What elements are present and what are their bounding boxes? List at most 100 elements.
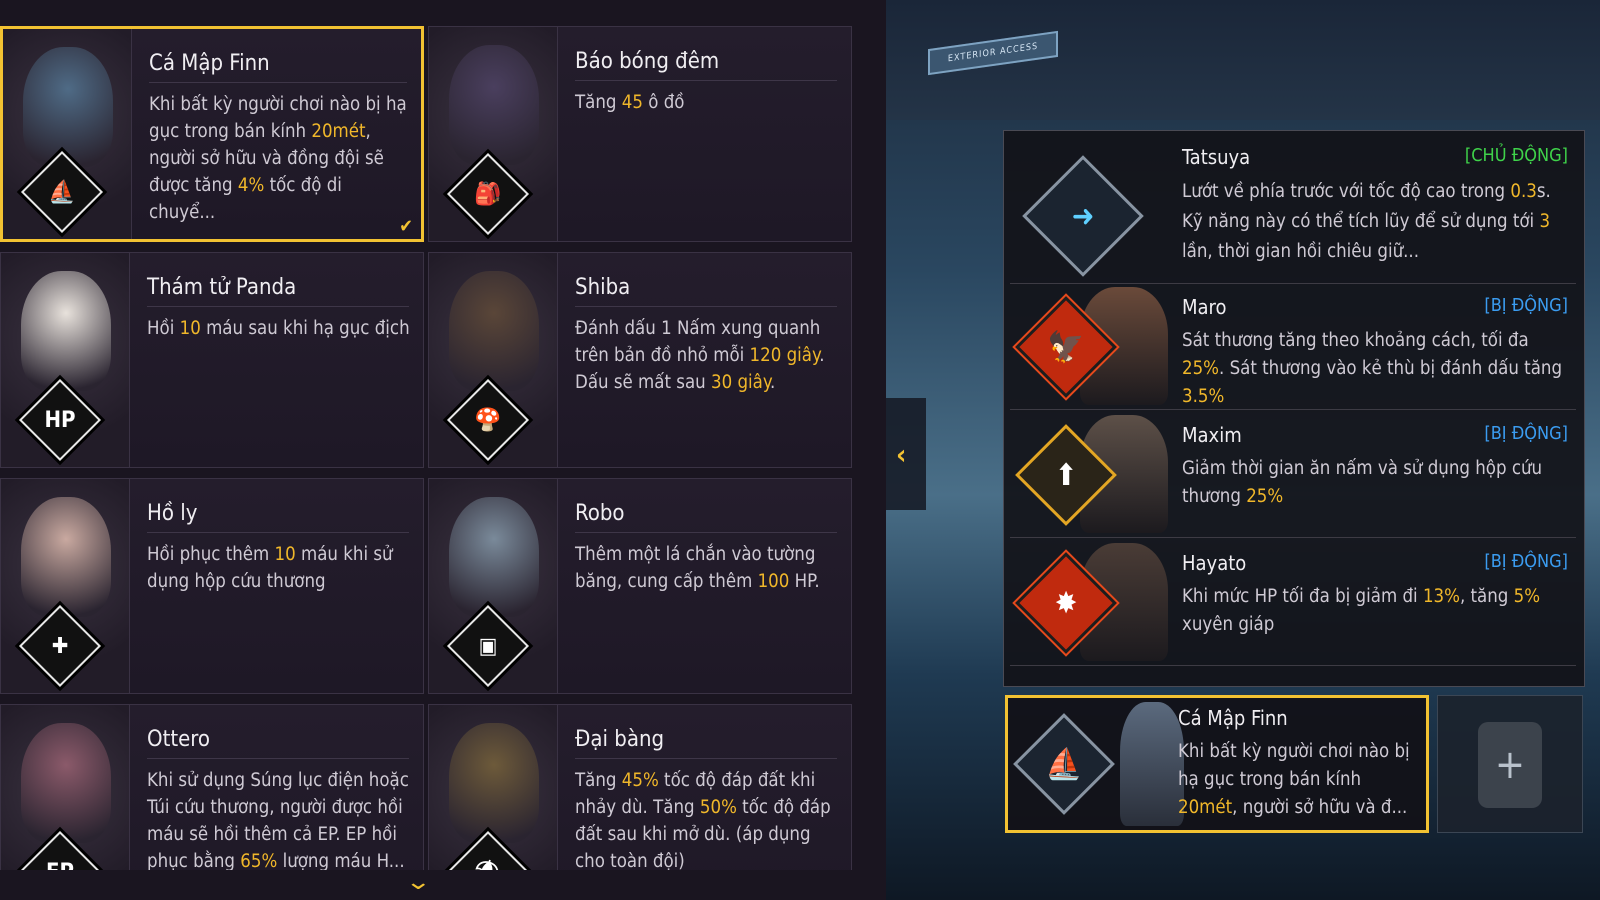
equipped-pet-description: Khi bất kỳ người chơi nào bị hạ gục tron… bbox=[1178, 738, 1418, 822]
description-text: Sát thương tăng theo khoảng cách, tối đa bbox=[1182, 330, 1529, 351]
pet-description: Tăng 45 ô đồ bbox=[575, 89, 839, 116]
equipped-pet-name: Cá Mập Finn bbox=[1178, 706, 1288, 730]
skill-description: Lướt về phía trước với tốc độ cao trong … bbox=[1182, 177, 1568, 267]
highlight-value: 3.5% bbox=[1182, 386, 1225, 407]
highlight-value: 120 giây bbox=[749, 345, 820, 366]
skill-row[interactable]: ✸ Hayato [BỊ ĐỘNG] Khi mức HP tối đa bị giả… bbox=[1010, 539, 1576, 666]
pet-selection-panel: ⛵ Cá Mập Finn Khi bất kỳ người chơi nào bị… bbox=[0, 0, 886, 900]
highlight-value: 13% bbox=[1422, 586, 1460, 607]
pet-card[interactable]: ▣ Robo Thêm một lá chắn vào tường băng, cu… bbox=[428, 478, 852, 694]
hp-heal-icon: HP bbox=[18, 378, 102, 462]
plus-icon: + bbox=[1478, 722, 1542, 808]
skill-type-label: [BỊ ĐỘNG] bbox=[1484, 423, 1568, 444]
pet-description: Tăng 45% tốc độ đáp đất khi nhảy dù. Tăn… bbox=[575, 767, 839, 875]
highlight-value: 0.3 bbox=[1510, 181, 1537, 202]
pet-card[interactable]: ⛵ Cá Mập Finn Khi bất kỳ người chơi nào bị… bbox=[0, 26, 424, 242]
pet-name: Thám tử Panda bbox=[147, 275, 409, 307]
highlight-value: 20mét bbox=[311, 121, 366, 142]
pet-name: Robo bbox=[575, 501, 837, 533]
highlight-value: 5% bbox=[1513, 586, 1541, 607]
medkit-icon: ✚ bbox=[18, 604, 102, 688]
description-text: , tăng bbox=[1459, 586, 1514, 607]
backpack-icon: 🎒 bbox=[446, 152, 530, 236]
pet-figure bbox=[449, 271, 539, 391]
add-pet-slot[interactable]: + bbox=[1437, 695, 1583, 833]
skill-description: Sát thương tăng theo khoảng cách, tối đa… bbox=[1182, 327, 1568, 411]
character-skill-list: ➜ Tatsuya [CHỦ ĐỘNG] Lướt về phía trước với… bbox=[1003, 130, 1585, 687]
pet-card[interactable]: ✚ Hồ ly Hồi phục thêm 10 máu khi sử dụng h… bbox=[0, 478, 424, 694]
highlight-value: 100 bbox=[757, 571, 790, 592]
description-text: Khi mức HP tối đa bị giảm đi bbox=[1182, 586, 1423, 607]
skill-description: Giảm thời gian ăn nấm và sử dụng hộp cứu… bbox=[1182, 455, 1568, 511]
skill-description: Khi mức HP tối đa bị giảm đi 13%, tăng 5… bbox=[1182, 583, 1568, 639]
highlight-value: 45 bbox=[621, 92, 643, 113]
pet-figure bbox=[449, 497, 539, 617]
skill-row[interactable]: 🦅 Maro [BỊ ĐỘNG] Sát thương tăng theo khoản… bbox=[1010, 283, 1576, 410]
description-text: HP. bbox=[789, 571, 820, 592]
description-text: Khi bất kỳ người chơi nào bị hạ gục tron… bbox=[1178, 741, 1410, 790]
shark-fin-icon: ⛵ bbox=[1013, 713, 1115, 815]
character-name: Tatsuya bbox=[1182, 145, 1251, 169]
mushroom-icon: 🍄 bbox=[446, 378, 530, 462]
highlight-value: 45% bbox=[621, 770, 659, 791]
pet-name: Hồ ly bbox=[147, 501, 409, 533]
equipped-pet-slot[interactable]: ⛵ Cá Mập Finn Khi bất kỳ người chơi nào … bbox=[1005, 695, 1429, 833]
description-text: ô đồ bbox=[642, 92, 685, 113]
description-text: Hồi phục thêm bbox=[147, 544, 275, 565]
description-text: lần, thời gian hồi chiêu giữ... bbox=[1182, 241, 1419, 262]
highlight-value: 25% bbox=[1182, 358, 1219, 379]
chevron-left-icon[interactable]: ‹ bbox=[896, 438, 906, 471]
dash-icon: ➜ bbox=[1022, 155, 1144, 277]
skill-row[interactable]: ⬆ Maxim [BỊ ĐỘNG] Giảm thời gian ăn nấm và … bbox=[1010, 411, 1576, 538]
pet-grid-bottom-fade bbox=[0, 870, 870, 900]
description-text: Tăng bbox=[575, 770, 622, 791]
description-text: Tăng bbox=[575, 92, 622, 113]
highlight-value: 10 bbox=[274, 544, 296, 565]
pet-name: Báo bóng đêm bbox=[575, 49, 837, 81]
pet-card[interactable]: 🎒 Báo bóng đêm Tăng 45 ô đồ bbox=[428, 26, 852, 242]
highlight-value: 50% bbox=[699, 797, 737, 818]
highlight-value: 10 bbox=[179, 318, 201, 339]
pet-portrait: ✚ bbox=[1, 479, 130, 693]
pet-card[interactable]: HP Thám tử Panda Hồi 10 máu sau khi hạ gục… bbox=[0, 252, 424, 468]
skill-type-label: [CHỦ ĐỘNG] bbox=[1464, 145, 1568, 166]
pet-description: Hồi phục thêm 10 máu khi sử dụng hộp cứu… bbox=[147, 541, 411, 595]
scroll-down-chevron-icon[interactable]: ⌄ bbox=[405, 870, 432, 895]
description-text: Lướt về phía trước với tốc độ cao trong bbox=[1182, 181, 1511, 202]
pet-description: Đánh dấu 1 Nấm xung quanh trên bản đồ nh… bbox=[575, 315, 839, 396]
pet-figure bbox=[21, 723, 111, 843]
skill-type-label: [BỊ ĐỘNG] bbox=[1484, 295, 1568, 316]
description-text: xuyên giáp bbox=[1182, 614, 1275, 635]
pet-card[interactable]: 🍄 Shiba Đánh dấu 1 Nấm xung quanh trên bản… bbox=[428, 252, 852, 468]
pet-name: Ottero bbox=[147, 727, 409, 759]
skill-row[interactable]: ➜ Tatsuya [CHỦ ĐỘNG] Lướt về phía trước với… bbox=[1010, 133, 1576, 284]
pet-description: Khi bất kỳ người chơi nào bị hạ gục tron… bbox=[149, 91, 409, 226]
pet-description: Hồi 10 máu sau khi hạ gục địch bbox=[147, 315, 411, 342]
description-text: Giảm thời gian ăn nấm và sử dụng hộp cứu… bbox=[1182, 458, 1543, 507]
description-text: . bbox=[770, 372, 776, 393]
character-name: Maxim bbox=[1182, 423, 1242, 447]
pet-figure bbox=[21, 497, 111, 617]
gloo-wall-icon: ▣ bbox=[446, 604, 530, 688]
highlight-value: 4% bbox=[237, 175, 265, 196]
pet-name: Shiba bbox=[575, 275, 837, 307]
character-name: Hayato bbox=[1182, 551, 1247, 575]
pet-description: Thêm một lá chắn vào tường băng, cung cấ… bbox=[575, 541, 839, 595]
equipped-pet-portrait bbox=[1120, 702, 1184, 826]
pet-name: Cá Mập Finn bbox=[149, 51, 407, 83]
character-name: Maro bbox=[1182, 295, 1227, 319]
pet-portrait: HP bbox=[1, 253, 130, 467]
highlight-value: 25% bbox=[1246, 486, 1284, 507]
pet-figure bbox=[449, 723, 539, 843]
highlight-value: 3 bbox=[1539, 211, 1551, 232]
description-text: . Sát thương vào kẻ thù bị đánh dấu tăng bbox=[1219, 358, 1563, 379]
highlight-value: 65% bbox=[240, 851, 278, 872]
selected-check-icon: ✔ bbox=[399, 216, 413, 237]
pet-name: Đại bàng bbox=[575, 727, 837, 759]
pet-portrait: ▣ bbox=[429, 479, 558, 693]
highlight-value: 20mét bbox=[1178, 797, 1233, 818]
pet-portrait: 🎒 bbox=[429, 27, 558, 241]
pet-figure bbox=[449, 45, 539, 165]
pet-description: Khi sử dụng Súng lục điện hoặc Túi cứu t… bbox=[147, 767, 411, 875]
description-text: , người sở hữu và đ... bbox=[1232, 797, 1408, 818]
